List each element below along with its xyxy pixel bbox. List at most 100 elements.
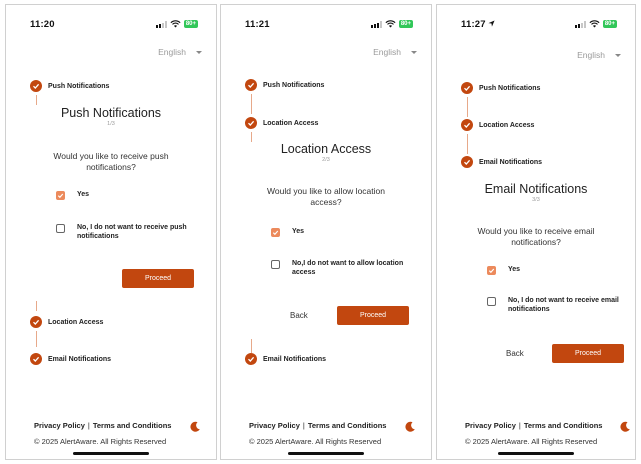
- option-label: Yes: [292, 228, 305, 235]
- footer-links: Privacy Policy | Terms and Conditions: [249, 421, 386, 430]
- language-label: English: [373, 47, 401, 57]
- step-label: Email Notifications: [263, 355, 327, 363]
- page-title: Location Access: [280, 142, 372, 156]
- footer-links: Privacy Policy | Terms and Conditions: [34, 421, 171, 430]
- battery-icon: 80+: [183, 20, 198, 28]
- step-label: Location Access: [48, 318, 104, 326]
- page-title: Email Notifications: [484, 182, 588, 196]
- step-connector: [251, 132, 252, 142]
- status-time: 11:27: [461, 19, 495, 30]
- status-time: 11:20: [30, 19, 55, 30]
- question-text: Would you like to receive email notifica…: [477, 226, 595, 247]
- step-push-notifications: Push Notifications: [461, 82, 540, 94]
- privacy-policy-link[interactable]: Privacy Policy: [34, 421, 85, 430]
- check-circle-icon: [245, 353, 257, 365]
- chevron-down-icon: [615, 53, 621, 57]
- privacy-policy-link[interactable]: Privacy Policy: [249, 421, 300, 430]
- step-location-access: Location Access: [245, 117, 318, 129]
- signal-icon: [370, 20, 382, 28]
- signal-icon: [574, 20, 586, 28]
- step-email-notifications: Email Notifications: [245, 353, 326, 365]
- step-count: 1/3: [107, 121, 115, 127]
- home-indicator: [498, 452, 574, 455]
- option-no[interactable]: No, I do not want to receive email notif…: [487, 297, 628, 314]
- copyright-text: © 2025 AlertAware. All Rights Reserved: [249, 437, 382, 446]
- terms-link[interactable]: Terms and Conditions: [524, 421, 603, 430]
- moon-icon[interactable]: [404, 421, 416, 433]
- back-button[interactable]: Back: [506, 349, 524, 358]
- step-connector: [467, 134, 468, 154]
- screen-push-notifications: 11:20 80+ English Push Notifications Pus…: [5, 4, 217, 460]
- step-email-notifications: Email Notifications: [461, 156, 542, 168]
- check-circle-icon: [245, 117, 257, 129]
- question-text: Would you like to allow location access?: [267, 186, 385, 207]
- step-label: Location Access: [263, 119, 319, 127]
- option-yes[interactable]: Yes: [271, 228, 412, 237]
- question-text: Would you like to receive push notificat…: [53, 151, 169, 172]
- step-connector: [36, 301, 37, 311]
- option-label: No,I do not want to allow location acces…: [292, 260, 404, 276]
- step-push-notifications: Push Notifications: [245, 79, 324, 91]
- moon-icon[interactable]: [189, 421, 201, 433]
- proceed-button[interactable]: Proceed: [122, 269, 194, 288]
- language-select[interactable]: English: [577, 50, 621, 60]
- status-bar: 11:20 80+: [20, 19, 202, 33]
- step-label: Push Notifications: [479, 84, 541, 92]
- language-label: English: [158, 47, 186, 57]
- step-count: 2/3: [322, 157, 330, 163]
- option-yes[interactable]: Yes: [487, 266, 628, 275]
- step-location-access: Location Access: [30, 316, 103, 328]
- wifi-icon: [589, 20, 600, 28]
- check-circle-icon: [461, 119, 473, 131]
- step-connector: [251, 94, 252, 114]
- language-select[interactable]: English: [373, 47, 417, 57]
- checkbox-unchecked-icon[interactable]: [271, 260, 280, 269]
- screen-location-access: 11:21 80+ English Push Notifications Loc…: [220, 4, 432, 460]
- checkbox-unchecked-icon[interactable]: [487, 297, 496, 306]
- option-no[interactable]: No,I do not want to allow location acces…: [271, 260, 412, 277]
- check-circle-icon: [30, 316, 42, 328]
- wifi-icon: [170, 20, 181, 28]
- check-circle-icon: [30, 353, 42, 365]
- chevron-down-icon: [411, 50, 417, 54]
- step-location-access: Location Access: [461, 119, 534, 131]
- proceed-button[interactable]: Proceed: [552, 344, 624, 363]
- page-title: Push Notifications: [60, 106, 162, 120]
- copyright-text: © 2025 AlertAware. All Rights Reserved: [465, 437, 598, 446]
- checkbox-checked-icon[interactable]: [487, 266, 496, 275]
- screen-email-notifications: 11:27 80+ English Push Notifications Loc…: [436, 4, 636, 460]
- battery-icon: 80+: [398, 20, 413, 28]
- location-arrow-icon: [488, 20, 495, 27]
- footer-separator: |: [518, 421, 521, 430]
- option-label: Yes: [508, 266, 521, 273]
- option-no[interactable]: No, I do not want to receive push notifi…: [56, 224, 197, 241]
- language-label: English: [577, 50, 605, 60]
- step-label: Location Access: [479, 121, 535, 129]
- status-bar: 11:27 80+: [451, 19, 621, 33]
- step-connector: [36, 331, 37, 347]
- back-button[interactable]: Back: [290, 311, 308, 320]
- signal-icon: [155, 20, 167, 28]
- step-label: Email Notifications: [479, 158, 543, 166]
- checkbox-checked-icon[interactable]: [56, 191, 65, 200]
- privacy-policy-link[interactable]: Privacy Policy: [465, 421, 516, 430]
- chevron-down-icon: [196, 50, 202, 54]
- proceed-button[interactable]: Proceed: [337, 306, 409, 325]
- step-connector: [36, 95, 37, 105]
- footer-separator: |: [87, 421, 90, 430]
- battery-icon: 80+: [602, 20, 617, 28]
- checkbox-unchecked-icon[interactable]: [56, 224, 65, 233]
- check-circle-icon: [461, 82, 473, 94]
- terms-link[interactable]: Terms and Conditions: [93, 421, 172, 430]
- home-indicator: [288, 452, 364, 455]
- step-label: Push Notifications: [263, 81, 325, 89]
- checkbox-checked-icon[interactable]: [271, 228, 280, 237]
- option-yes[interactable]: Yes: [56, 191, 197, 200]
- option-label: No, I do not want to receive push notifi…: [77, 224, 187, 240]
- terms-link[interactable]: Terms and Conditions: [308, 421, 387, 430]
- home-indicator: [73, 452, 149, 455]
- language-select[interactable]: English: [158, 47, 202, 57]
- step-label: Email Notifications: [48, 355, 112, 363]
- step-connector: [251, 339, 252, 353]
- moon-icon[interactable]: [619, 421, 631, 433]
